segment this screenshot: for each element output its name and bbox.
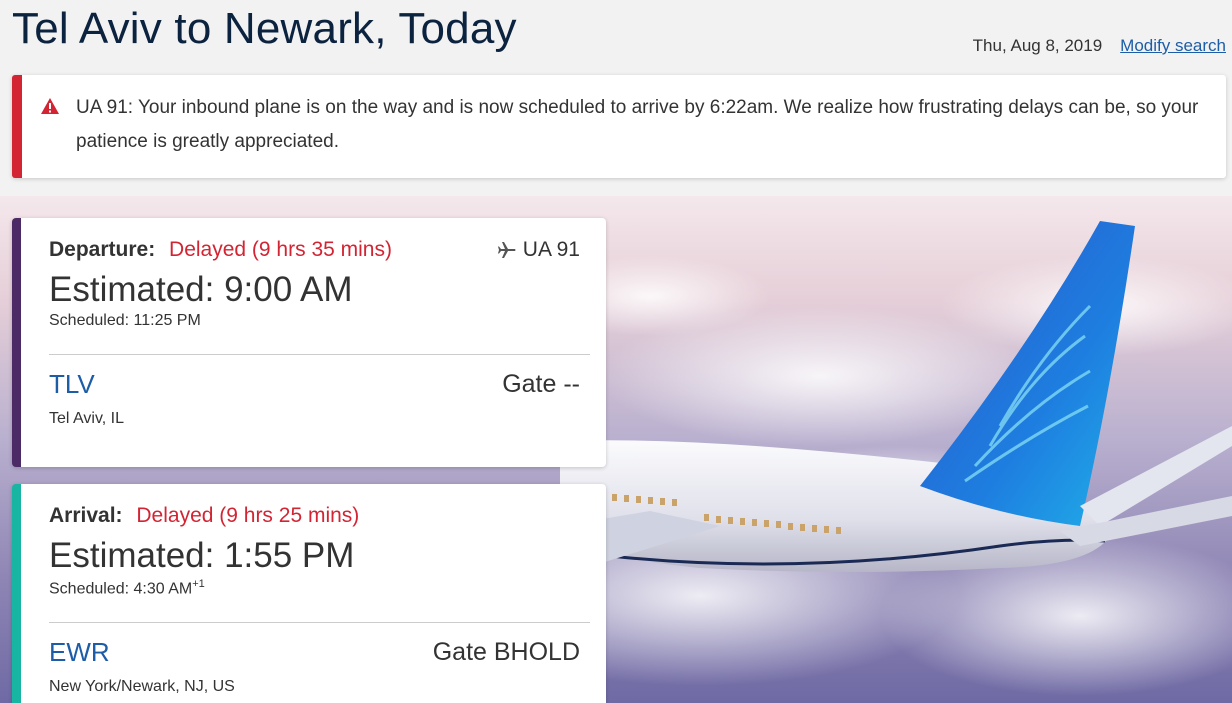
departure-status: Delayed (9 hrs 35 mins) (169, 238, 392, 261)
modify-search-link[interactable]: Modify search (1120, 36, 1226, 56)
arrival-city: New York/Newark, NJ, US (49, 678, 235, 696)
delay-alert: UA 91: Your inbound plane is on the way … (12, 75, 1226, 178)
departure-city: Tel Aviv, IL (49, 410, 124, 427)
divider (49, 354, 590, 355)
arrival-estimated: Estimated: 1:55 PM (49, 536, 355, 575)
departure-card: Departure: Delayed (9 hrs 35 mins) UA 91… (12, 218, 606, 467)
search-date: Thu, Aug 8, 2019 (972, 36, 1103, 55)
airplane-icon (497, 242, 516, 258)
divider (49, 622, 590, 624)
arrival-status: Delayed (9 hrs 25 mins) (136, 504, 360, 527)
departure-gate: Gate -- (502, 370, 580, 398)
arrival-scheduled: Scheduled: 4:30 AM+1 (49, 578, 580, 598)
arrival-scheduled-time: Scheduled: 4:30 AM (49, 580, 193, 598)
day-offset: +1 (192, 578, 205, 590)
search-meta: Thu, Aug 8, 2019 Modify search (973, 36, 1226, 56)
departure-estimated: Estimated: 9:00 AM (49, 270, 353, 309)
arrival-label: Arrival: (49, 504, 123, 527)
arrival-airport-code[interactable]: EWR (49, 637, 110, 668)
departure-scheduled: Scheduled: 11:25 PM (49, 312, 201, 329)
arrival-card: Arrival: Delayed (9 hrs 25 mins) Estimat… (12, 484, 606, 703)
departure-airport-code[interactable]: TLV (49, 369, 95, 400)
page-title: Tel Aviv to Newark, Today (12, 4, 517, 53)
warning-triangle-icon (41, 98, 59, 114)
arrival-gate: Gate BHOLD (432, 638, 580, 667)
flight-number-text: UA 91 (522, 238, 580, 261)
departure-label: Departure: (49, 238, 156, 261)
flight-number: UA 91 (497, 238, 580, 262)
alert-message: UA 91: Your inbound plane is on the way … (76, 97, 1199, 152)
